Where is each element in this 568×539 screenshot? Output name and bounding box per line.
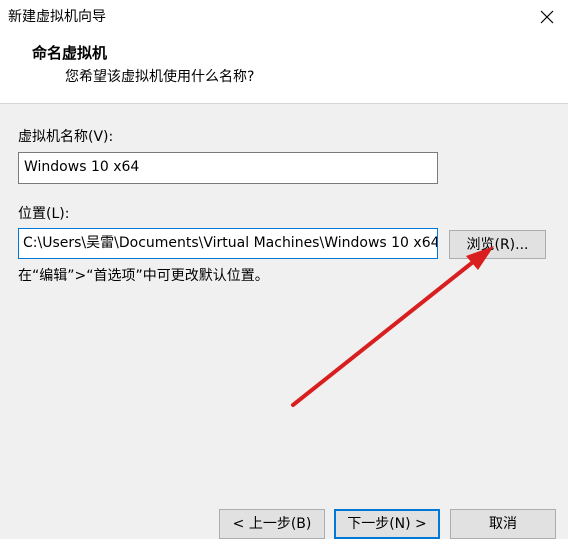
location-input[interactable]: C:\Users\吴雷\Documents\Virtual Machines\W… (18, 228, 438, 259)
default-location-hint: 在“编辑”>“首选项”中可更改默认位置。 (18, 268, 269, 284)
cancel-button[interactable]: 取消 (450, 509, 556, 539)
vm-name-input[interactable]: Windows 10 x64 (18, 152, 438, 184)
back-button[interactable]: < 上一步(B) (219, 509, 325, 539)
browse-button[interactable]: 浏览(R)... (449, 230, 546, 259)
vm-name-value: Windows 10 x64 (24, 159, 140, 175)
new-vm-wizard-dialog: 新建虚拟机向导 命名虚拟机 您希望该虚拟机使用什么名称? 虚拟机名称(V): W… (0, 0, 568, 539)
title-bar: 新建虚拟机向导 (0, 0, 568, 34)
next-button-label: 下一步(N) > (347, 516, 427, 532)
cancel-button-label: 取消 (489, 516, 517, 532)
wizard-header: 命名虚拟机 您希望该虚拟机使用什么名称? (0, 34, 568, 104)
next-button[interactable]: 下一步(N) > (334, 509, 440, 539)
browse-button-label: 浏览(R)... (466, 237, 529, 253)
close-button[interactable] (532, 2, 562, 32)
location-value: C:\Users\吴雷\Documents\Virtual Machines\W… (23, 235, 438, 251)
page-subheading: 您希望该虚拟机使用什么名称? (65, 69, 255, 85)
window-title: 新建虚拟机向导 (8, 9, 106, 25)
vm-name-label: 虚拟机名称(V): (18, 129, 114, 145)
back-button-label: < 上一步(B) (232, 516, 312, 532)
page-heading: 命名虚拟机 (32, 44, 108, 62)
close-icon (540, 10, 554, 24)
location-label: 位置(L): (18, 206, 70, 222)
